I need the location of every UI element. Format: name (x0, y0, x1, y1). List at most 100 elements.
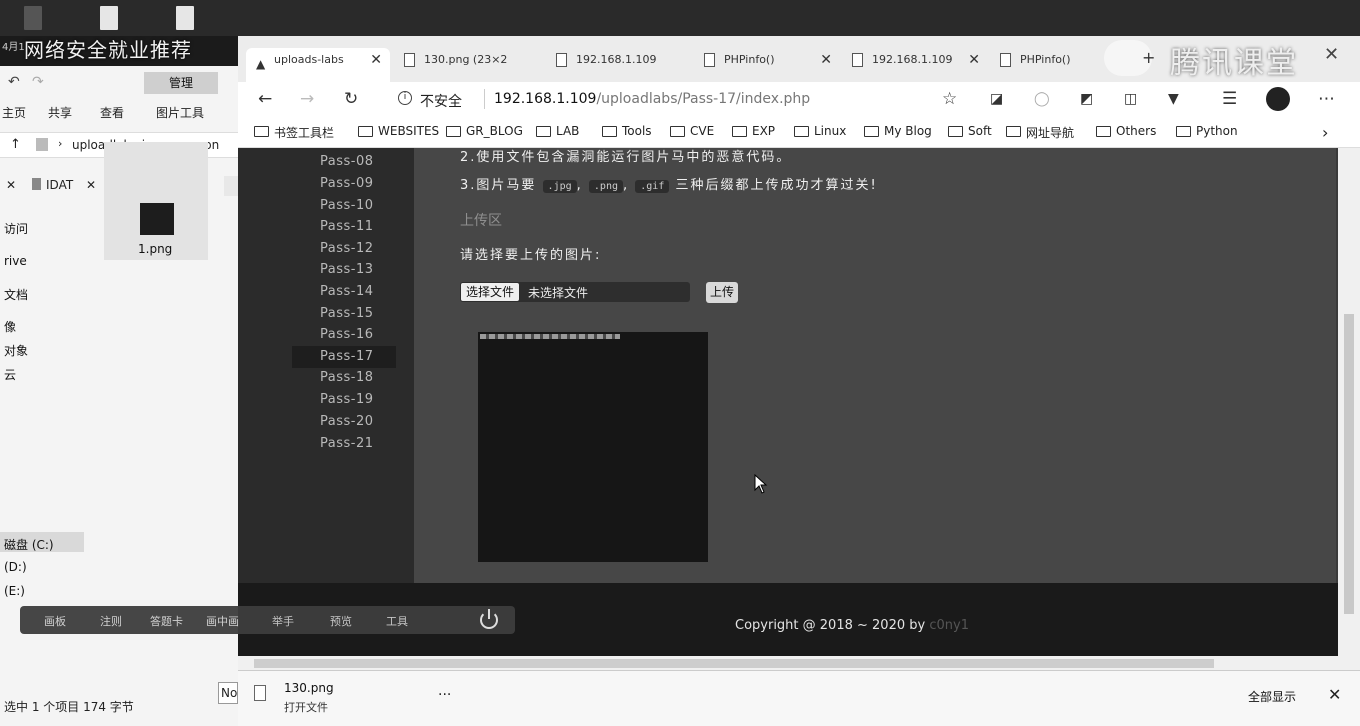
nav-item-drive-d[interactable]: (D:) (4, 560, 27, 574)
sidebar-item-pass-08[interactable]: Pass-08 (320, 154, 374, 169)
nav-item-onedrive[interactable]: rive (4, 254, 27, 268)
sidebar-item-pass-10[interactable]: Pass-10 (320, 198, 374, 213)
security-status[interactable]: 不安全 (420, 91, 462, 111)
close-download-bar-button[interactable]: ✕ (1328, 685, 1341, 704)
info-icon[interactable]: i (398, 91, 412, 105)
ribbon-tab-home[interactable]: 主页 (2, 104, 26, 121)
nav-item-documents[interactable]: 文档 (4, 286, 28, 303)
nav-item-drive-e[interactable]: (E:) (4, 584, 25, 598)
bookmark-folder[interactable]: Tools (602, 124, 652, 138)
nav-item-pictures[interactable]: 像 (4, 318, 16, 335)
bookmark-folder[interactable]: 网址导航 (1006, 124, 1074, 141)
url-path: /uploadlabs/Pass-17/index.php (596, 91, 811, 107)
toolbar-item-pip[interactable]: 画中画 (206, 613, 239, 629)
browser-tab-active[interactable]: ▲ uploads-labs ✕ (246, 48, 390, 82)
explorer-scrollbar[interactable] (224, 176, 238, 196)
sidebar-item-pass-11[interactable]: Pass-11 (320, 219, 374, 234)
url-text[interactable]: 192.168.1.109/uploadlabs/Pass-17/index.p… (494, 91, 810, 107)
extension-icon[interactable]: ▼ (1168, 91, 1179, 107)
sidebar-item-pass-15[interactable]: Pass-15 (320, 306, 374, 321)
tab-close-icon[interactable]: ✕ (820, 48, 832, 72)
redo-icon[interactable]: ↷ (32, 74, 44, 90)
favorite-star-icon[interactable]: ☆ (942, 89, 957, 109)
sidebar-item-pass-19[interactable]: Pass-19 (320, 392, 374, 407)
column-field[interactable]: No (218, 682, 238, 704)
extension-icon[interactable]: ◯ (1034, 91, 1050, 107)
browser-tab[interactable]: 192.168.1.109 ✕ (844, 48, 988, 82)
toolbar-item-preview[interactable]: 预览 (330, 613, 352, 629)
manage-tab[interactable]: 管理 (144, 72, 218, 94)
nav-item-drive-c[interactable]: 磁盘 (C:) (4, 536, 54, 553)
sidebar-item-pass-16[interactable]: Pass-16 (320, 327, 374, 342)
back-arrow-icon[interactable]: ← (258, 89, 272, 109)
window-close-icon[interactable]: ✕ (1324, 44, 1339, 65)
forward-arrow-icon[interactable]: → (300, 89, 314, 109)
bookmark-folder[interactable]: My Blog (864, 124, 932, 138)
browser-tab[interactable]: 192.168.1.109 (548, 48, 692, 82)
new-tab-button[interactable]: + (1142, 48, 1155, 67)
more-menu-icon[interactable]: ⋯ (1318, 89, 1335, 109)
bookmark-folder[interactable]: Linux (794, 124, 846, 138)
nav-item-cloud[interactable]: 云 (4, 366, 16, 383)
sidebar-item-pass-17[interactable]: Pass-17 (320, 349, 374, 364)
folder-icon (536, 126, 551, 137)
favorites-list-icon[interactable]: ☰ (1222, 89, 1237, 109)
bookmark-folder[interactable]: LAB (536, 124, 579, 138)
chevron-right-icon[interactable]: › (1322, 123, 1328, 142)
copyright-author-link[interactable]: c0ny1 (929, 618, 969, 633)
bookmark-folder[interactable]: Soft (948, 124, 992, 138)
file-shortcut-icon[interactable] (100, 6, 118, 30)
toolbar-item-answer-card[interactable]: 答题卡 (150, 613, 183, 629)
tab-close-icon[interactable]: ✕ (968, 48, 980, 72)
bookmark-folder[interactable]: 书签工具栏 (254, 124, 334, 141)
sidebar-item-pass-12[interactable]: Pass-12 (320, 241, 374, 256)
nav-item-3d-objects[interactable]: 对象 (4, 342, 28, 359)
toolbar-item-annotate[interactable]: 注则 (100, 613, 122, 629)
close-icon[interactable]: ✕ (6, 178, 16, 192)
profile-avatar[interactable] (1266, 87, 1290, 111)
bookmark-folder[interactable]: GR_BLOG (446, 124, 523, 138)
undo-icon[interactable]: ↶ (8, 74, 20, 90)
more-options-button[interactable]: ... (438, 683, 451, 699)
quick-tab-idat[interactable]: IDAT (46, 178, 73, 192)
image-thumbnail[interactable] (140, 203, 174, 235)
sidebar-item-pass-21[interactable]: Pass-21 (320, 436, 374, 451)
browser-tab[interactable]: PHPinfo() ✕ (696, 48, 840, 82)
upload-section-title: 上传区 (460, 213, 502, 229)
reload-icon[interactable]: ↻ (344, 89, 358, 109)
close-icon[interactable]: ✕ (86, 178, 96, 192)
scrollbar-thumb[interactable] (1344, 314, 1354, 614)
toolbar-item-tools[interactable]: 工具 (386, 613, 408, 629)
sidebar-item-pass-09[interactable]: Pass-09 (320, 176, 374, 191)
bookmark-folder[interactable]: Others (1096, 124, 1156, 138)
sidebar-item-pass-18[interactable]: Pass-18 (320, 370, 374, 385)
sidebar-item-pass-13[interactable]: Pass-13 (320, 262, 374, 277)
ribbon-tab-share[interactable]: 共享 (48, 104, 72, 121)
ribbon-tab-view[interactable]: 查看 (100, 104, 124, 121)
sidebar-item-pass-14[interactable]: Pass-14 (320, 284, 374, 299)
upload-button[interactable]: 上传 (706, 282, 738, 303)
app-shortcut-icon[interactable] (24, 6, 42, 30)
folder-icon (732, 126, 747, 137)
scrollbar-thumb[interactable] (254, 659, 1214, 668)
show-all-button[interactable]: 全部显示 (1248, 688, 1296, 705)
extension-icon[interactable]: ◪ (990, 91, 1003, 107)
toolbar-item-whiteboard[interactable]: 画板 (44, 613, 66, 629)
browser-tab[interactable]: 130.png (23×2 (396, 48, 540, 82)
bookmark-folder[interactable]: Python (1176, 124, 1238, 138)
nav-item-quick-access[interactable]: 访问 (4, 220, 28, 237)
ribbon-tab-picture-tools[interactable]: 图片工具 (156, 104, 204, 121)
extension-icon[interactable]: ◫ (1124, 91, 1137, 107)
sidebar-item-pass-20[interactable]: Pass-20 (320, 414, 374, 429)
bookmark-folder[interactable]: EXP (732, 124, 775, 138)
up-arrow-icon[interactable]: ↑ (10, 137, 21, 152)
bookmark-folder[interactable]: WEBSITES (358, 124, 439, 138)
tab-close-icon[interactable]: ✕ (370, 48, 382, 72)
open-file-link[interactable]: 打开文件 (284, 699, 328, 715)
download-file-name[interactable]: 130.png (284, 681, 334, 695)
file-shortcut-icon[interactable] (176, 6, 194, 30)
toolbar-item-raise-hand[interactable]: 举手 (272, 613, 294, 629)
choose-file-button[interactable]: 选择文件 (461, 283, 520, 301)
extension-icon[interactable]: ◩ (1080, 91, 1093, 107)
bookmark-folder[interactable]: CVE (670, 124, 714, 138)
